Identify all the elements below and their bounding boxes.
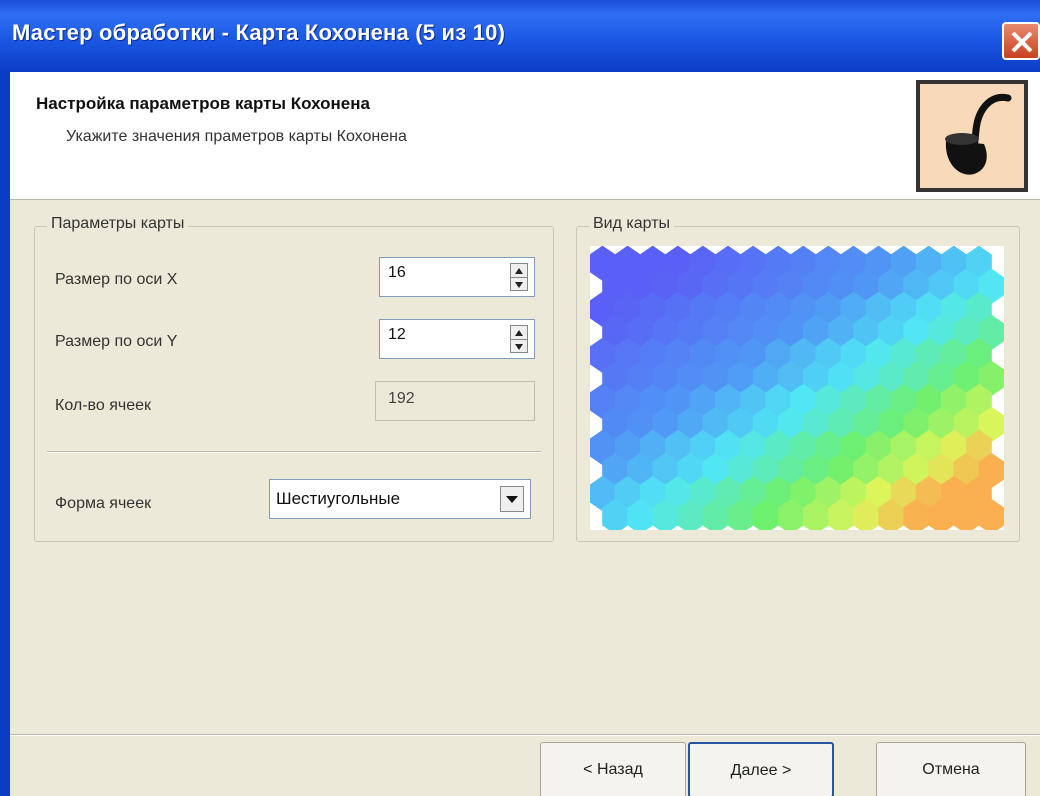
cells-count-value: 192	[388, 390, 415, 407]
footer-divider	[10, 734, 1040, 736]
close-button[interactable]	[1002, 22, 1040, 60]
page-subtitle: Укажите значения праметров карты Кохонен…	[66, 128, 407, 145]
size-y-value: 12	[388, 326, 406, 343]
arrow-down-icon[interactable]	[511, 277, 527, 290]
wizard-window: Мастер обработки - Карта Кохонена (5 из …	[0, 0, 1040, 796]
back-button[interactable]: < Назад	[540, 742, 686, 796]
close-icon	[1011, 31, 1033, 53]
page-title: Настройка параметров карты Кохонена	[36, 94, 370, 113]
cell-shape-select[interactable]: Шестиугольные	[269, 479, 531, 519]
chevron-down-icon[interactable]	[500, 486, 524, 512]
params-legend: Параметры карты	[47, 215, 189, 233]
arrow-up-icon[interactable]	[511, 326, 527, 339]
arrow-down-icon[interactable]	[511, 339, 527, 352]
size-y-arrows[interactable]	[510, 325, 528, 353]
params-divider	[47, 451, 541, 453]
window-title: Мастер обработки - Карта Кохонена (5 из …	[12, 20, 506, 45]
cell-shape-value: Шестиугольные	[276, 489, 401, 508]
cancel-button[interactable]: Отмена	[876, 742, 1026, 796]
cell-shape-label: Форма ячеек	[55, 495, 152, 512]
size-x-label: Размер по оси X	[55, 271, 178, 288]
size-y-label: Размер по оси Y	[55, 333, 178, 350]
pipe-icon	[916, 80, 1028, 192]
wizard-header: Настройка параметров карты Кохонена Укаж…	[10, 72, 1040, 200]
size-y-spinner[interactable]: 12	[379, 319, 535, 359]
window-border	[0, 72, 10, 796]
cells-count-field: 192	[375, 381, 535, 421]
title-bar[interactable]: Мастер обработки - Карта Кохонена (5 из …	[0, 0, 1040, 72]
arrow-up-icon[interactable]	[511, 264, 527, 277]
cells-count-label: Кол-во ячеек	[55, 397, 151, 414]
size-x-spinner[interactable]: 16	[379, 257, 535, 297]
next-button[interactable]: Далее >	[688, 742, 834, 796]
kohonen-map-preview	[589, 245, 1005, 535]
map-preview-legend: Вид карты	[589, 215, 675, 233]
size-x-arrows[interactable]	[510, 263, 528, 291]
params-group: Параметры карты Размер по оси X 16 Разме…	[34, 215, 554, 542]
size-x-value: 16	[388, 264, 406, 281]
